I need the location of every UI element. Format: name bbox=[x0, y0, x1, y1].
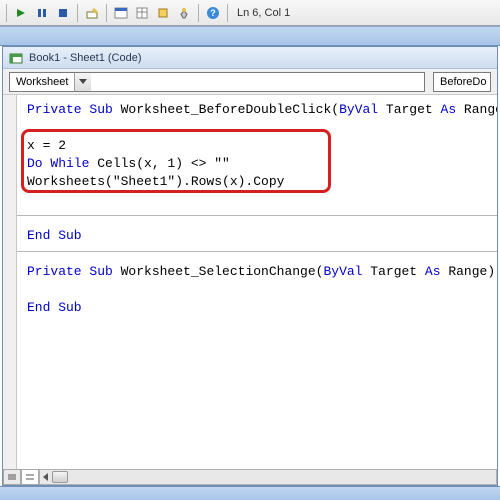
full-module-view-button[interactable] bbox=[21, 469, 39, 485]
procedure-separator bbox=[17, 251, 497, 252]
view-toggles bbox=[3, 469, 39, 485]
cursor-position: Ln 6, Col 1 bbox=[237, 7, 290, 19]
mdi-area-bottom bbox=[0, 486, 500, 500]
object-combo[interactable]: Worksheet bbox=[9, 72, 425, 92]
procedure-combo[interactable]: BeforeDo bbox=[433, 72, 491, 92]
window-title-bar[interactable]: Book1 - Sheet1 (Code) bbox=[3, 47, 497, 69]
code-text[interactable]: Private Sub Worksheet_BeforeDoubleClick(… bbox=[17, 95, 497, 323]
window-title: Book1 - Sheet1 (Code) bbox=[29, 52, 142, 64]
object-combo-text: Worksheet bbox=[10, 76, 74, 88]
code-editor[interactable]: Private Sub Worksheet_BeforeDoubleClick(… bbox=[3, 95, 497, 485]
chevron-down-icon[interactable] bbox=[74, 73, 91, 91]
svg-text:?: ? bbox=[210, 8, 216, 18]
pause-icon[interactable] bbox=[33, 4, 51, 22]
scroll-thumb[interactable] bbox=[52, 471, 68, 483]
horizontal-scrollbar[interactable] bbox=[39, 469, 497, 485]
help-icon[interactable]: ? bbox=[204, 4, 222, 22]
code-nav-bar: Worksheet BeforeDo bbox=[3, 69, 497, 95]
run-icon[interactable] bbox=[12, 4, 30, 22]
sheet-icon bbox=[9, 51, 23, 65]
object-browser-icon[interactable] bbox=[154, 4, 172, 22]
main-toolbar: ? Ln 6, Col 1 bbox=[0, 0, 500, 26]
stop-icon[interactable] bbox=[54, 4, 72, 22]
mdi-area bbox=[0, 26, 500, 46]
procedure-combo-text: BeforeDo bbox=[434, 76, 490, 88]
properties-icon[interactable] bbox=[133, 4, 151, 22]
project-explorer-icon[interactable] bbox=[112, 4, 130, 22]
procedure-separator bbox=[17, 215, 497, 216]
code-window: Book1 - Sheet1 (Code) Worksheet BeforeDo… bbox=[2, 46, 498, 486]
procedure-view-button[interactable] bbox=[3, 469, 21, 485]
design-mode-icon[interactable] bbox=[83, 4, 101, 22]
indicator-margin bbox=[3, 95, 17, 485]
toolbox-icon[interactable] bbox=[175, 4, 193, 22]
scroll-left-icon[interactable] bbox=[40, 470, 52, 484]
